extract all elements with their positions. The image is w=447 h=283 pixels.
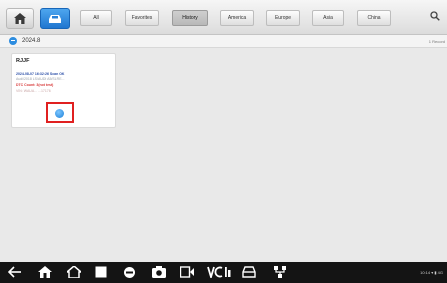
tab-china[interactable]: China <box>357 10 391 26</box>
tab-asia[interactable]: Asia <box>312 10 344 26</box>
app-screen: All Favorites History America Europe Asi… <box>0 0 447 283</box>
home-button[interactable] <box>6 8 34 29</box>
house-icon[interactable] <box>38 266 52 278</box>
tab-america[interactable]: America <box>220 10 254 26</box>
search-icon[interactable] <box>430 11 440 21</box>
record-title: RJJF <box>16 58 30 64</box>
car-outline-icon[interactable] <box>67 266 81 278</box>
group-date: 2024.8 <box>22 38 41 44</box>
car-icon <box>49 15 61 23</box>
vehicle-menu-button[interactable] <box>40 8 70 29</box>
record-vin: VIN: WAUA... ...17176 <box>16 89 51 93</box>
record-detail-button[interactable] <box>55 109 64 118</box>
record-count: 1 Record <box>428 39 445 44</box>
vehicle-icon[interactable] <box>242 266 256 278</box>
history-record-card[interactable]: RJJF 2024-08-07 16:32:26 Scan OK Audi/20… <box>11 53 116 128</box>
back-icon[interactable] <box>8 266 22 278</box>
record-dtc-count: DTC Count: 3(not test) <box>16 83 54 87</box>
collapse-icon[interactable] <box>9 37 17 45</box>
home-icon <box>14 13 26 24</box>
record-vehicle: Audi/2018 LS/AUDI A5/SLRE... <box>16 77 65 81</box>
vci-icon[interactable] <box>207 266 231 278</box>
tab-all[interactable]: All <box>80 10 112 26</box>
camera-icon[interactable] <box>152 266 166 278</box>
status-area: 10:14 ▾ ▮ 4G <box>420 270 443 275</box>
screen-record-icon[interactable] <box>180 266 194 278</box>
top-bar: All Favorites History America Europe Asi… <box>0 0 447 35</box>
history-group-header: 2024.8 1 Record <box>0 35 447 48</box>
browser-icon[interactable] <box>123 266 136 279</box>
network-icon[interactable] <box>273 266 287 278</box>
system-navigation-bar: 10:14 ▾ ▮ 4G <box>0 262 447 283</box>
tab-favorites[interactable]: Favorites <box>125 10 159 26</box>
square-icon[interactable] <box>95 266 107 278</box>
tab-history[interactable]: History <box>172 10 208 26</box>
tab-europe[interactable]: Europe <box>266 10 300 26</box>
